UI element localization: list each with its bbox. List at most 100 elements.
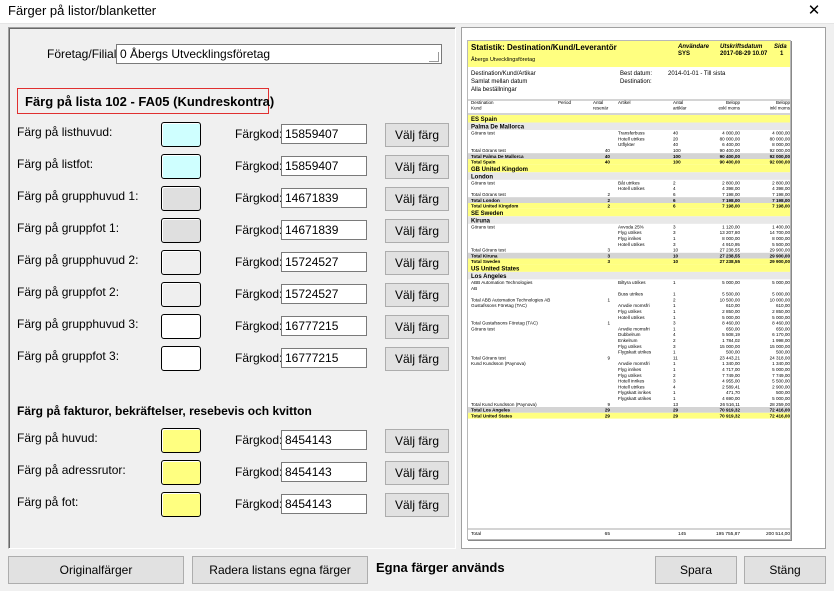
report-cell: 2 bbox=[673, 373, 676, 378]
report-grand-total: 200 514,00 bbox=[766, 531, 790, 537]
report-cell: 5 000,00 bbox=[722, 280, 740, 285]
choose-color-button[interactable]: Välj färg bbox=[385, 315, 449, 339]
report-cell: 9 bbox=[607, 355, 610, 360]
report-cell: 10 000,00 bbox=[770, 297, 791, 302]
choose-color-button[interactable]: Välj färg bbox=[385, 219, 449, 243]
color-code-field[interactable]: 15724527 bbox=[281, 252, 367, 272]
report-cell: Flygskatt utrikes bbox=[618, 350, 652, 355]
report-col-header: Antal bbox=[673, 100, 683, 105]
report-cell: 4 690,00 bbox=[722, 396, 740, 401]
choose-color-button[interactable]: Välj färg bbox=[385, 461, 449, 485]
report-cell: 7 198,00 bbox=[722, 204, 740, 209]
report-cell: Total Görans test bbox=[471, 192, 506, 197]
report-cell: 11 bbox=[673, 355, 678, 360]
report-cell: 1 bbox=[673, 361, 676, 366]
report-cell: 2 800,00 bbox=[722, 180, 740, 185]
report-cell: 40 bbox=[673, 142, 679, 147]
report-cell: Gustafssons Företag (TAC) bbox=[471, 303, 527, 308]
choose-color-button[interactable]: Välj färg bbox=[385, 187, 449, 211]
color-code-field[interactable]: 16777215 bbox=[281, 316, 367, 336]
color-swatch[interactable] bbox=[161, 492, 201, 517]
report-cell: Flygskatt inrikes bbox=[618, 390, 652, 395]
status-text: Egna färger används bbox=[376, 560, 505, 575]
color-swatch[interactable] bbox=[161, 428, 201, 453]
report-total-band bbox=[468, 197, 790, 203]
choose-color-button[interactable]: Välj färg bbox=[385, 123, 449, 147]
report-cell: 2 850,00 bbox=[722, 309, 740, 314]
report-cell: Flyg utrikes bbox=[618, 230, 642, 235]
choose-color-button[interactable]: Välj färg bbox=[385, 493, 449, 517]
report-cell: 72 416,00 bbox=[770, 413, 791, 418]
report-cell: 1 bbox=[607, 321, 610, 326]
clear-list-colors-button[interactable]: Radera listans egna färger bbox=[192, 556, 368, 584]
color-swatch[interactable] bbox=[161, 282, 201, 307]
report-total-band bbox=[468, 407, 790, 413]
color-swatch[interactable] bbox=[161, 122, 201, 147]
report-cell: 4 000,00 bbox=[722, 131, 740, 136]
color-row-label: Färg på grupphuvud 2: bbox=[17, 253, 139, 267]
report-cell: 610,00 bbox=[726, 303, 740, 308]
report-cell: 5 500,00 bbox=[772, 242, 790, 247]
report-cell: 8 000,00 bbox=[722, 236, 740, 241]
color-swatch[interactable] bbox=[161, 218, 201, 243]
report-cell: 28 259,00 bbox=[770, 402, 791, 407]
report-col-header: inkl moms bbox=[770, 106, 791, 111]
report-group-band bbox=[468, 115, 790, 123]
choose-color-button[interactable]: Välj färg bbox=[385, 283, 449, 307]
color-code-label: Färgkod: bbox=[235, 433, 283, 447]
report-cell: Total Palma De Mallorca bbox=[471, 154, 524, 159]
report-cell: 1 784,02 bbox=[722, 338, 740, 343]
report-cell: 4 bbox=[673, 384, 676, 389]
report-cell: 4 bbox=[673, 186, 676, 191]
report-cell: 40 bbox=[605, 160, 611, 165]
color-code-field[interactable]: 14671839 bbox=[281, 188, 367, 208]
save-button[interactable]: Spara bbox=[655, 556, 737, 584]
report-cell: 6 bbox=[673, 192, 676, 197]
report-col-header: Belopp bbox=[726, 100, 741, 105]
color-swatch[interactable] bbox=[161, 314, 201, 339]
report-cell: 2 bbox=[607, 198, 610, 203]
report-cell: Total Spain bbox=[471, 160, 496, 165]
color-code-field[interactable]: 15724527 bbox=[281, 284, 367, 304]
color-swatch[interactable] bbox=[161, 250, 201, 275]
report-cell: Total Kiruna bbox=[471, 253, 498, 258]
color-swatch[interactable] bbox=[161, 346, 201, 371]
close-button[interactable]: Stäng bbox=[744, 556, 826, 584]
original-colors-button[interactable]: Originalfärger bbox=[8, 556, 184, 584]
color-swatch[interactable] bbox=[161, 186, 201, 211]
color-row-label: Färg på adressrutor: bbox=[17, 463, 126, 477]
color-swatch[interactable] bbox=[161, 154, 201, 179]
report-cell: 70 919,32 bbox=[720, 413, 741, 418]
report-grand-total: 145 bbox=[678, 531, 686, 537]
color-row-label: Färg på fot: bbox=[17, 495, 79, 509]
color-swatch[interactable] bbox=[161, 460, 201, 485]
report-cell: 2 850,00 bbox=[772, 309, 790, 314]
report-cell: Total United Kingdom bbox=[471, 204, 518, 209]
report-cell: 1 bbox=[673, 280, 676, 285]
color-code-field[interactable]: 15859407 bbox=[281, 156, 367, 176]
report-group-title: ES Spain bbox=[471, 117, 497, 123]
report-group-band bbox=[468, 208, 790, 217]
close-icon[interactable]: ✕ bbox=[794, 0, 834, 24]
report-cell: 3 bbox=[673, 230, 676, 235]
choose-color-button[interactable]: Välj färg bbox=[385, 429, 449, 453]
color-code-field[interactable]: 14671839 bbox=[281, 220, 367, 240]
report-subgroup-band bbox=[468, 172, 790, 180]
color-code-field[interactable]: 8454143 bbox=[281, 494, 367, 514]
color-code-field[interactable]: 16777215 bbox=[281, 348, 367, 368]
color-code-field[interactable]: 15859407 bbox=[281, 124, 367, 144]
report-cell: 8 000,00 bbox=[772, 142, 790, 147]
choose-color-button[interactable]: Välj färg bbox=[385, 251, 449, 275]
report-col-header: Kund bbox=[471, 106, 482, 111]
report-cell: 3 bbox=[607, 259, 610, 264]
report-cell: 27 238,55 bbox=[720, 248, 741, 253]
report-cell: 8 460,00 bbox=[772, 321, 790, 326]
report-cell: Anvdie momsfri bbox=[618, 326, 650, 331]
choose-color-button[interactable]: Välj färg bbox=[385, 347, 449, 371]
report-cell: 3 bbox=[607, 253, 610, 258]
color-code-field[interactable]: 8454143 bbox=[281, 430, 367, 450]
color-code-field[interactable]: 8454143 bbox=[281, 462, 367, 482]
choose-color-button[interactable]: Välj färg bbox=[385, 155, 449, 179]
report-cell: 1 bbox=[673, 367, 676, 372]
report-cell: 90 400,00 bbox=[720, 160, 741, 165]
